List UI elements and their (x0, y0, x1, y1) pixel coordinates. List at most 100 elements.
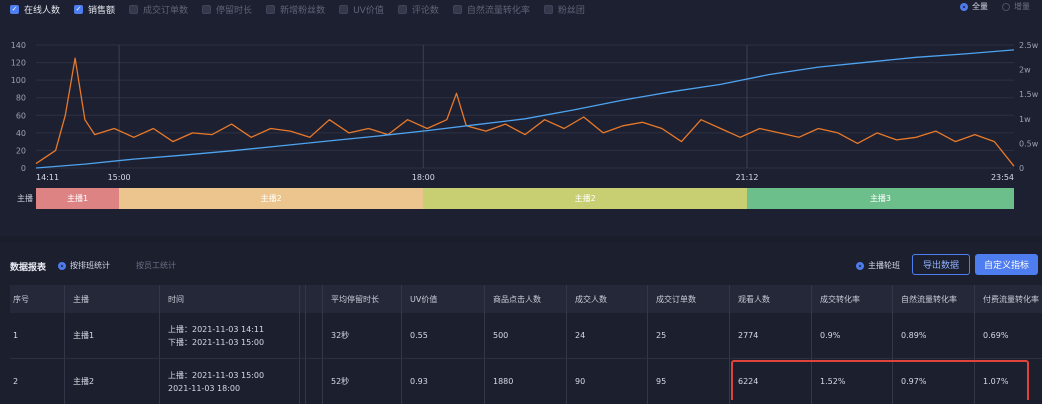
column-separator (729, 359, 730, 404)
y2-tick-label: 0 (1019, 164, 1024, 173)
column-header: 成交转化率 (820, 294, 860, 304)
column-separator (566, 313, 567, 358)
time-cell: 上播：2021-11-03 15:00 2021-11-03 18:00 (168, 359, 264, 404)
anchor-segment[interactable]: 主播2 (423, 188, 747, 209)
filter-checkbox[interactable]: 新增粉丝数 (266, 3, 325, 16)
table-cell-conv: 0.9% (820, 331, 841, 340)
column-separator (974, 313, 975, 358)
table-cell-orders: 95 (656, 377, 667, 386)
table-row: 1 主播1 上播：2021-11-03 14:11 下播：2021-11-03 15:… (10, 313, 1042, 359)
column-header: 平均停留时长 (331, 294, 379, 304)
table-cell-orders: 25 (656, 331, 667, 340)
checkbox-unchecked-icon (339, 4, 349, 14)
column-separator (64, 285, 65, 313)
filter-checkbox[interactable]: UV价值 (339, 3, 384, 16)
table-cell-buyers: 24 (575, 331, 586, 340)
column-separator (299, 313, 300, 358)
mode-all-radio[interactable]: 全量 (960, 1, 988, 12)
column-separator (484, 285, 485, 313)
filter-label: 自然流量转化率 (466, 5, 530, 16)
radio-unchecked-icon (1002, 2, 1010, 11)
end-time: 2021-11-03 18:00 (168, 383, 241, 393)
filter-label: 新增粉丝数 (280, 5, 326, 16)
column-separator (892, 285, 893, 313)
column-header: 付费流量转化率 (983, 294, 1039, 304)
line-chart: 0 20 40 60 80 100 120 140 0 0.5w 1w 1.5w 2w 2.5w 14:11… (11, 41, 1039, 182)
filter-checkbox[interactable]: ✓ 在线人数 (10, 3, 60, 16)
column-header: 观看人数 (738, 294, 770, 304)
column-separator (64, 313, 65, 358)
y2-tick-label: 2w (1019, 66, 1031, 75)
time-cell: 上播：2021-11-03 14:11 下播：2021-11-03 15:00 (168, 313, 264, 358)
mode-switch: 全量 增量 (946, 1, 1030, 12)
checkbox-unchecked-icon (543, 4, 553, 14)
x-tick-label: 18:00 (412, 173, 435, 182)
column-separator (322, 285, 323, 313)
column-separator (647, 285, 648, 313)
table-cell-paid: 0.69% (983, 331, 1009, 340)
highlight-box (731, 360, 1029, 400)
y2-tick-label: 0.5w (1019, 139, 1039, 148)
filter-checkbox[interactable]: 停留时长 (202, 3, 252, 16)
column-separator (974, 285, 975, 313)
radio-checked-icon (856, 261, 864, 270)
column-separator (159, 359, 160, 404)
rotate-radio[interactable]: 主播轮班 (856, 260, 900, 271)
anchor-segment[interactable]: 主播2 (119, 188, 424, 209)
anchor-segment[interactable]: 主播3 (747, 188, 1014, 209)
y2-tick-label: 2.5w (1019, 41, 1039, 50)
checkbox-checked-icon: ✓ (10, 4, 19, 14)
filter-checkbox[interactable]: 粉丝团 (543, 3, 585, 16)
column-header: 成交人数 (575, 294, 607, 304)
table-cell-anchor: 主播2 (73, 377, 95, 386)
column-separator (401, 359, 402, 404)
column-separator (484, 359, 485, 404)
x-tick-label: 15:00 (108, 173, 131, 182)
column-header: 序号 (13, 294, 29, 304)
checkbox-unchecked-icon (202, 4, 212, 14)
column-separator (484, 313, 485, 358)
table-cell-stay: 52秒 (331, 377, 350, 386)
filter-checkbox[interactable]: 评论数 (397, 3, 439, 16)
chart-panel: ✓ 在线人数 ✓ 销售额 成交订单数 停留时长 新增粉丝数 UV价值 评论数 自然流量转化率 粉丝团… (0, 0, 1042, 236)
end-time: 下播：2021-11-03 15:00 (168, 337, 265, 347)
column-separator (729, 313, 730, 358)
mode-increment-radio[interactable]: 增量 (1002, 1, 1030, 12)
by-anchor-radio[interactable]: 按排班统计 (58, 260, 110, 271)
radio-checked-icon (960, 2, 968, 11)
table-cell-stay: 32秒 (331, 331, 350, 340)
anchor-bar-label: 主播 (17, 194, 33, 203)
filter-checkbox[interactable]: 自然流量转化率 (452, 3, 530, 16)
column-separator (305, 313, 306, 358)
column-separator (305, 359, 306, 404)
table-header: 序号 主播 时间 平均停留时长 UV价值 商品点击人数 成交人数 成交订单数 观看人数 成交转化率… (10, 285, 1042, 313)
filter-checkbox[interactable]: ✓ 销售额 (74, 3, 115, 16)
column-header: UV价值 (410, 294, 438, 304)
checkbox-unchecked-icon (266, 4, 276, 14)
column-separator (811, 285, 812, 313)
column-header: 自然流量转化率 (901, 294, 957, 304)
filter-checkbox[interactable]: 成交订单数 (129, 3, 188, 16)
y-tick-label: 80 (16, 94, 26, 103)
table-cell-buyers: 90 (575, 377, 586, 386)
filter-label: 粉丝团 (557, 5, 585, 16)
export-button[interactable]: 导出数据 (912, 254, 970, 275)
column-separator (647, 359, 648, 404)
y-tick-label: 100 (11, 76, 26, 85)
metric-filters: ✓ 在线人数 ✓ 销售额 成交订单数 停留时长 新增粉丝数 UV价值 评论数 自然流量转化率 粉丝团 (10, 0, 599, 18)
anchor-segment[interactable]: 主播1 (36, 188, 120, 209)
custom-metrics-button[interactable]: 自定义指标 (975, 254, 1038, 275)
column-separator (322, 359, 323, 404)
column-separator (299, 359, 300, 404)
filter-label: 成交订单数 (143, 5, 189, 16)
column-separator (322, 313, 323, 358)
y2-tick-label: 1.5w (1019, 90, 1039, 99)
column-separator (64, 359, 65, 404)
rotate-label: 主播轮班 (868, 261, 900, 270)
column-separator (566, 285, 567, 313)
column-separator (159, 285, 160, 313)
table-cell-idx: 2 (13, 377, 19, 386)
table-cell-clicks: 1880 (493, 377, 514, 386)
by-staff-radio[interactable]: 按员工统计 (124, 260, 176, 271)
column-separator (305, 285, 306, 313)
